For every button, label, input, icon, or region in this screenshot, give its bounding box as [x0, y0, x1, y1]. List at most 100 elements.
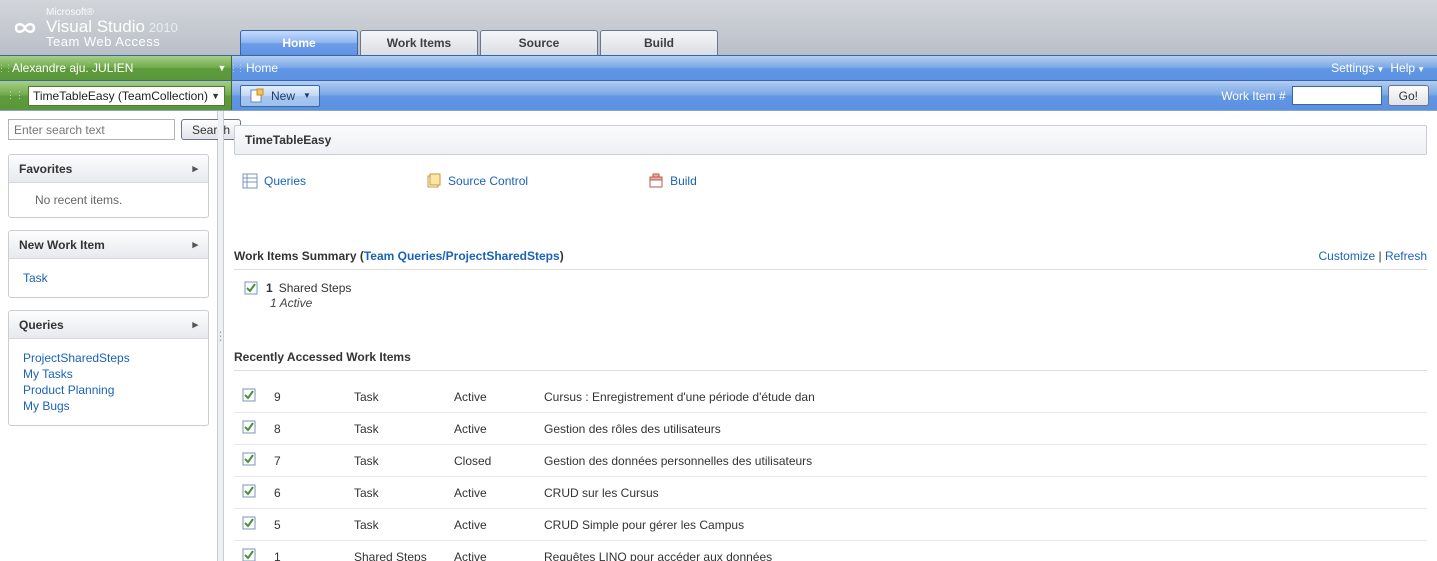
customize-link[interactable]: Customize: [1318, 249, 1375, 263]
logo-year: 2010: [149, 20, 178, 35]
app-header: Microsoft® Visual Studio 2010 Team Web Ac…: [0, 0, 1437, 55]
table-row[interactable]: 9TaskActiveCursus : Enregistrement d'une…: [234, 381, 1427, 413]
sidebar-item-my-tasks[interactable]: My Tasks: [23, 367, 194, 381]
work-item-icon: [242, 451, 258, 467]
work-item-id-input[interactable]: [1292, 86, 1382, 105]
shared-steps-icon: [244, 280, 260, 296]
work-item-state: Active: [446, 413, 536, 445]
work-item-id: 7: [266, 445, 346, 477]
panel-new-work-item: New Work Item ▸ Task: [8, 230, 209, 298]
user-menu[interactable]: ⋮⋮ Alexandre aju. JULIEN ▼: [0, 56, 232, 80]
chevron-down-icon: ▼: [303, 91, 311, 100]
refresh-link[interactable]: Refresh: [1385, 249, 1427, 263]
new-button-label: New: [271, 89, 295, 103]
toolbar-top: ⋮⋮ Alexandre aju. JULIEN ▼ ⋮⋮ Home Setti…: [0, 55, 1437, 81]
work-item-icon: [242, 419, 258, 435]
work-item-id: 1: [266, 541, 346, 561]
quicklink-build[interactable]: Build: [648, 173, 697, 189]
sidebar-item-my-bugs[interactable]: My Bugs: [23, 399, 194, 413]
work-items-summary-heading: Customize | Refresh Work Items Summary (…: [234, 249, 1427, 263]
work-item-type: Task: [346, 509, 446, 541]
work-item-title: Gestion des rôles des utilisateurs: [536, 413, 1427, 445]
work-item-type: Task: [346, 413, 446, 445]
settings-link[interactable]: Settings▼: [1331, 61, 1384, 75]
search-input[interactable]: [8, 119, 175, 140]
logo-product: Visual Studio: [46, 17, 145, 36]
page-title: TimeTableEasy: [234, 125, 1427, 155]
new-document-icon: [249, 88, 265, 104]
panel-header-favorites[interactable]: Favorites ▸: [9, 155, 208, 183]
work-item-id: 6: [266, 477, 346, 509]
product-logo: Microsoft® Visual Studio 2010 Team Web Ac…: [0, 0, 240, 55]
table-row[interactable]: 5TaskActiveCRUD Simple pour gérer les Ca…: [234, 509, 1427, 541]
chevron-down-icon: ▼: [211, 91, 220, 101]
quicklinks: Queries Source Control Build: [234, 173, 1427, 189]
work-item-icon: [242, 483, 258, 499]
table-row[interactable]: 1Shared StepsActiveRequêtes LINQ pour ac…: [234, 541, 1427, 561]
recent-heading: Recently Accessed Work Items: [234, 350, 1427, 364]
sidebar-item-task[interactable]: Task: [23, 271, 194, 285]
summary-sub-label: Active: [280, 296, 313, 310]
work-item-state: Active: [446, 381, 536, 413]
work-item-search: Work Item # Go!: [1221, 85, 1429, 106]
panel-title: Favorites: [19, 162, 72, 176]
divider: [234, 370, 1427, 371]
work-items-summary: 1 Shared Steps 1 Active: [234, 280, 1427, 310]
table-row[interactable]: 6TaskActiveCRUD sur les Cursus: [234, 477, 1427, 509]
chevron-right-icon: ▸: [192, 238, 198, 251]
chevron-down-icon: ▼: [1376, 65, 1384, 74]
go-button[interactable]: Go!: [1388, 85, 1429, 106]
panel-header-new-work-item[interactable]: New Work Item ▸: [9, 231, 208, 259]
new-button[interactable]: New ▼: [240, 85, 320, 107]
work-item-id: 8: [266, 413, 346, 445]
work-item-state: Closed: [446, 445, 536, 477]
chevron-right-icon: ▸: [192, 318, 198, 331]
panel-header-queries[interactable]: Queries ▸: [9, 311, 208, 339]
quicklink-source-control[interactable]: Source Control: [426, 173, 528, 189]
main-tabs: Home Work Items Source Build: [240, 0, 720, 55]
work-item-title: Cursus : Enregistrement d'une période d'…: [536, 381, 1427, 413]
panel-title: New Work Item: [19, 238, 105, 252]
work-item-type: Task: [346, 477, 446, 509]
work-item-state: Active: [446, 477, 536, 509]
breadcrumb-home[interactable]: Home: [246, 61, 278, 75]
panel-title: Queries: [19, 318, 64, 332]
work-item-state: Active: [446, 541, 536, 561]
grip-icon: ⋮⋮: [6, 90, 24, 101]
summary-sub-count: 1: [270, 296, 277, 310]
work-item-title: CRUD Simple pour gérer les Campus: [536, 509, 1427, 541]
summary-query-link[interactable]: Team Queries/ProjectSharedSteps: [364, 249, 560, 263]
work-item-icon: [242, 387, 258, 403]
toolbar-secondary: ⋮⋮ TimeTableEasy (TeamCollection) ▼ New …: [0, 81, 1437, 111]
work-item-type: Task: [346, 381, 446, 413]
source-control-icon: [426, 173, 442, 189]
work-item-type: Task: [346, 445, 446, 477]
tab-home[interactable]: Home: [240, 30, 358, 55]
summary-count: 1: [266, 281, 273, 295]
grip-icon: ⋮⋮: [0, 56, 8, 80]
sidebar-item-projectsharedsteps[interactable]: ProjectSharedSteps: [23, 351, 194, 365]
quicklink-queries[interactable]: Queries: [242, 173, 306, 189]
logo-subtitle: Team Web Access: [46, 35, 178, 48]
table-row[interactable]: 8TaskActiveGestion des rôles des utilisa…: [234, 413, 1427, 445]
divider: [234, 269, 1427, 270]
recent-work-items-table: 9TaskActiveCursus : Enregistrement d'une…: [234, 381, 1427, 561]
logo-vendor: Microsoft®: [46, 8, 178, 18]
work-item-search-label: Work Item #: [1221, 89, 1285, 103]
build-icon: [648, 173, 664, 189]
work-item-title: Gestion des données personnelles des uti…: [536, 445, 1427, 477]
work-item-state: Active: [446, 509, 536, 541]
help-link[interactable]: Help▼: [1390, 61, 1425, 75]
sidebar: Search Favorites ▸ No recent items. New …: [0, 111, 218, 561]
tab-build[interactable]: Build: [600, 30, 718, 55]
queries-icon: [242, 173, 258, 189]
tab-source[interactable]: Source: [480, 30, 598, 55]
project-picker[interactable]: ⋮⋮ TimeTableEasy (TeamCollection) ▼: [0, 81, 232, 110]
work-item-type: Shared Steps: [346, 541, 446, 561]
table-row[interactable]: 7TaskClosedGestion des données personnel…: [234, 445, 1427, 477]
work-item-icon: [242, 547, 258, 561]
sidebar-item-product-planning[interactable]: Product Planning: [23, 383, 194, 397]
tab-work-items[interactable]: Work Items: [360, 30, 478, 55]
panel-queries: Queries ▸ ProjectSharedSteps My Tasks Pr…: [8, 310, 209, 426]
work-item-id: 9: [266, 381, 346, 413]
